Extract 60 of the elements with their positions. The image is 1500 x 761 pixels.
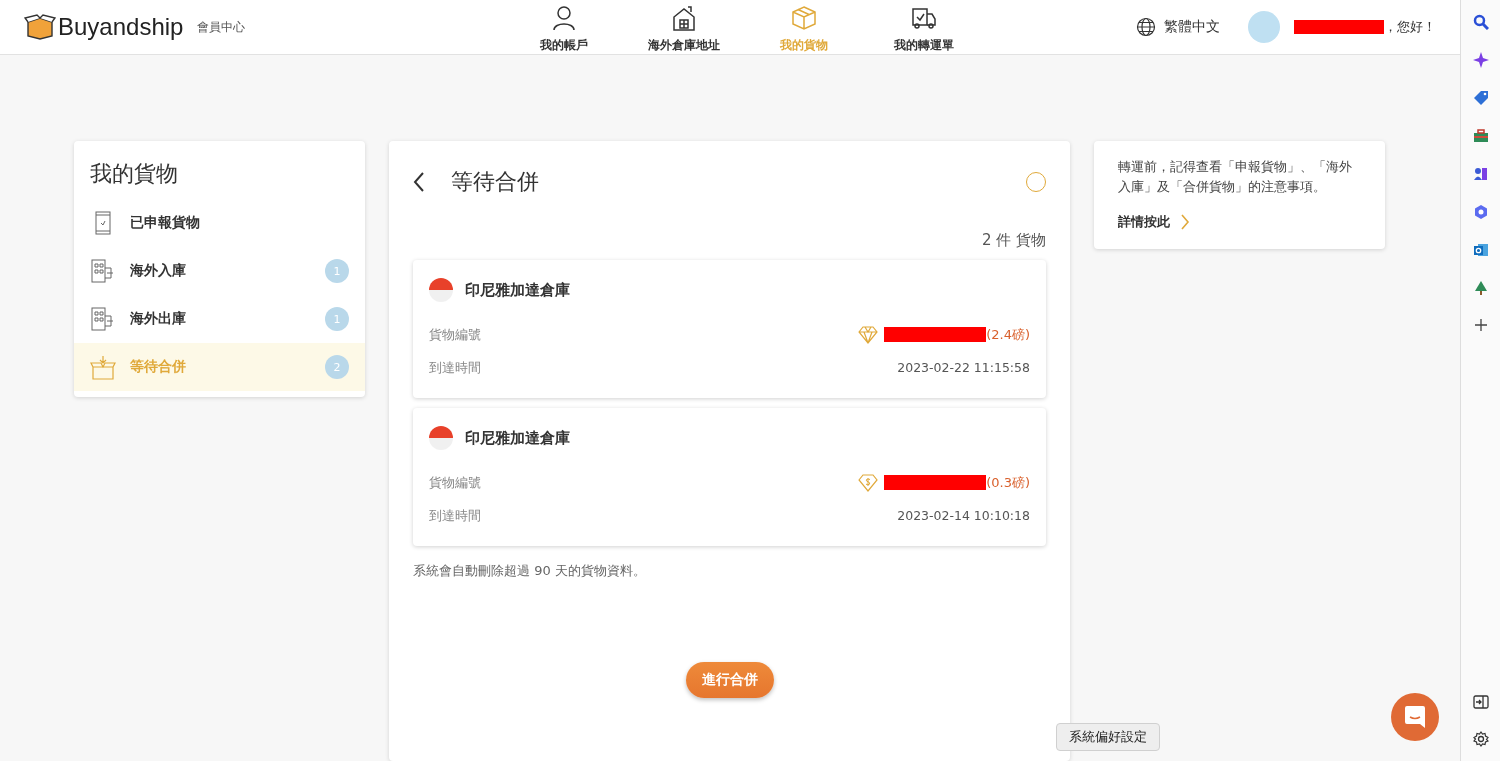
field-label: 到達時間 — [429, 506, 481, 525]
sidebar-toggle-icon[interactable] — [1472, 695, 1489, 709]
chevron-left-icon — [413, 172, 425, 192]
plus-icon[interactable] — [1473, 318, 1488, 332]
greeting-text: ，您好！ — [1384, 18, 1436, 36]
brand-name[interactable]: Buyandship — [58, 13, 184, 41]
flag-icon — [429, 426, 453, 450]
box-logo-icon — [24, 14, 56, 40]
page-title: 等待合併 — [451, 168, 540, 196]
warehouse-name: 印尼雅加達倉庫 — [465, 428, 570, 448]
chat-icon — [1404, 705, 1426, 729]
member-center-label: 會員中心 — [197, 18, 246, 36]
sidebar-title: 我的貨物 — [90, 160, 179, 188]
chevron-right-icon — [1180, 214, 1190, 230]
count-badge: 1 — [325, 259, 349, 283]
arrival-time: 2023-02-22 11:15:58 — [897, 360, 1030, 375]
flag-icon — [429, 278, 453, 302]
chess-piece-icon[interactable] — [1472, 166, 1489, 182]
warehouse-name: 印尼雅加達倉庫 — [465, 280, 570, 300]
sparkle-icon[interactable] — [1472, 52, 1489, 68]
retention-note: 系統會自動刪除超過 90 天的貨物資料。 — [413, 562, 647, 580]
count-badge: 1 — [325, 307, 349, 331]
settings-icon[interactable] — [1472, 731, 1489, 747]
mail-icon[interactable] — [1472, 242, 1489, 258]
box-icon — [791, 4, 817, 31]
weight-text: (0.3磅) — [986, 473, 1030, 492]
shipment-count: 2 件 貨物 — [980, 231, 1046, 250]
person-icon — [552, 4, 576, 31]
globe-icon — [1136, 17, 1156, 37]
sidebar-item[interactable]: 海外入庫 1 — [74, 247, 365, 295]
weight-text: (2.4磅) — [986, 325, 1030, 344]
field-label: 貨物編號 — [429, 325, 481, 344]
sidebar-item[interactable]: 已申報貨物 — [74, 199, 365, 247]
building-icon — [90, 259, 116, 283]
tag-icon[interactable] — [1472, 90, 1489, 106]
chat-button[interactable] — [1391, 693, 1439, 741]
toolbox-icon[interactable] — [1472, 128, 1489, 144]
diamond-icon — [858, 325, 879, 344]
tree-icon[interactable] — [1472, 280, 1489, 296]
building-icon — [90, 307, 116, 331]
nav-tab[interactable]: 我的帳戶 — [504, 0, 624, 54]
field-label: 到達時間 — [429, 358, 481, 377]
dollar-shield-icon — [858, 472, 879, 493]
nav-tab[interactable]: 我的轉運單 — [864, 0, 984, 54]
language-selector[interactable]: 繁體中文 — [1130, 16, 1226, 38]
search-icon[interactable] — [1472, 14, 1489, 30]
box-icon — [90, 354, 116, 380]
nav-tab[interactable]: 海外倉庫地址 — [624, 0, 744, 54]
arrival-time: 2023-02-14 10:10:18 — [897, 508, 1030, 523]
shipment-card[interactable]: 印尼雅加達倉庫 貨物編號 (0.3磅) 到達時間 2023-02-14 10:10:18 — [413, 408, 1046, 546]
count-badge: 2 — [325, 355, 349, 379]
shipment-card[interactable]: 印尼雅加達倉庫 貨物編號 (2.4磅) 到達時間 2023-02-22 11:15:58 — [413, 260, 1046, 398]
sidebar-item[interactable]: 海外出庫 1 — [74, 295, 365, 343]
house-icon — [672, 4, 696, 31]
back-button[interactable] — [413, 172, 425, 192]
tooltip: 系統偏好設定 — [1056, 723, 1160, 751]
field-label: 貨物編號 — [429, 473, 481, 492]
details-link[interactable]: 詳情按此 — [1118, 213, 1190, 231]
tip-text: 轉運前，記得查看「申報貨物」、「海外入庫」及「合併貨物」的注意事項。 — [1118, 158, 1353, 196]
hexagon-icon[interactable] — [1472, 204, 1489, 220]
